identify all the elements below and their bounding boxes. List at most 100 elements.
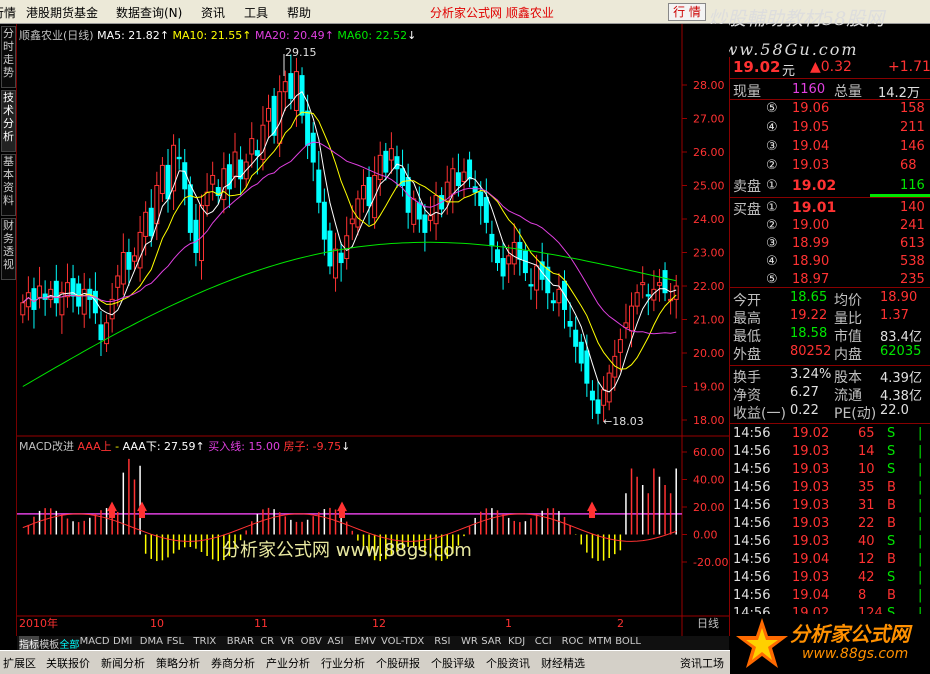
candle-body [656,282,662,286]
stat-row: 最低 18.58 市值 83.4亿 [733,326,922,345]
tick-row: 14:56 19.03 42 S | [733,570,923,585]
indicator-tab[interactable]: SAR [481,636,501,647]
quote-button[interactable]: 行 情 [668,3,706,21]
candle-body [455,172,461,187]
indicator-tab[interactable]: VR [280,636,294,647]
bid-row: ④ 18.90 538 [766,254,925,269]
house-label: 房子: -9.75 [283,440,342,453]
menu-item-news[interactable]: 资讯 [201,4,225,21]
menu-item-quote[interactable]: 行情 [0,4,16,21]
candle-body [210,174,216,185]
menu-item-help[interactable]: 帮助 [287,4,311,21]
indicator-tab[interactable]: EMV [354,636,376,647]
candle-body [338,252,344,264]
price-tick-label: 25.00 [693,180,725,193]
stat-row: 最高 19.22 量比 1.37 [733,308,909,327]
candle-body [606,372,612,403]
status-tab[interactable]: 券商分析 [211,655,255,671]
candle-body [187,184,193,233]
price-tick-label: 22.00 [693,280,725,293]
date-tick-label: 2010年 [19,616,58,630]
status-tab[interactable]: 个股评级 [431,655,475,671]
indicator-tab[interactable]: DMA [140,636,163,647]
indicator-tab[interactable]: KDJ [508,636,525,647]
indicator-tab[interactable]: TRIX [193,636,216,647]
candle-body [349,218,355,225]
candle-body [500,258,506,277]
candle-body [254,150,260,156]
menu-item-tools[interactable]: 工具 [244,4,268,21]
candle-body [199,205,205,262]
menu-item-data-query[interactable]: 数据查询(N) [116,4,182,21]
status-tab[interactable]: 财经精选 [541,655,585,671]
candle-body [176,156,182,160]
logo-text: 分析家公式网 [790,622,910,646]
candle-body [120,252,126,285]
volume-label: 现量 [733,84,761,100]
candle-body [232,151,238,178]
low-annotation: ←18.03 [603,415,644,428]
aaa-up-label: AAA上 [77,440,112,453]
macd-legend: MACD改进 AAA上 - AAA下: 27.59↑ 买入线: 15.00 房子… [19,440,351,453]
indicator-tab[interactable]: 指标 [19,636,39,651]
stat-row: 净资 6.27 流通 4.38亿 [733,385,922,404]
indicator-tab[interactable]: VOL-TDX [381,636,424,647]
status-tab[interactable]: 策略分析 [156,655,200,671]
status-tab[interactable]: 扩展区 [3,655,36,671]
tab-technical[interactable]: 技术分析 [1,90,16,152]
status-tab[interactable]: 产业分析 [266,655,310,671]
indicator-tab[interactable]: WR [461,636,478,647]
candle-body [534,265,540,291]
candle-body [171,144,177,192]
indicator-tab[interactable]: MACD [80,636,110,647]
status-tab[interactable]: 资讯工场 [680,655,724,671]
candle-body [316,169,322,203]
ma5-label: MA5: 21.82 [97,29,160,42]
menu-item-hk-futures[interactable]: 港股期货基金 [26,4,98,21]
candle-body [506,255,512,265]
indicator-tab[interactable]: 模板 [39,636,59,651]
candle-body [517,241,523,260]
tab-financials[interactable]: 财务透视 [1,218,16,280]
indicator-tab[interactable]: RSI [434,636,450,647]
kline-chart[interactable]: 29.15 ←18.03 28.00 27.00 26.00 25.00 24.00 23.… [17,24,729,636]
indicator-tab[interactable]: OBV [301,636,322,647]
price-tick-label: 18.00 [693,414,725,427]
status-tab[interactable]: 新闻分析 [101,655,145,671]
indicator-tab[interactable]: ROC [562,636,584,647]
tick-row: 14:56 19.04 12 B | [733,552,923,567]
indicator-tab[interactable]: BOLL [615,636,641,647]
indicator-tab[interactable]: MTM [588,636,611,647]
tick-row: 14:56 19.03 35 B | [733,480,923,495]
candle-body [321,201,327,240]
logo-icon [736,618,788,668]
indicator-tab[interactable]: 全部 [59,636,79,651]
tick-row: 14:56 19.02 65 S | [733,426,923,441]
indicator-tab[interactable]: BRAR [227,636,254,647]
center-watermark: 分析家公式网 www.88gs.com [222,540,472,561]
candle-body [115,275,121,288]
candle-body [305,110,311,146]
tick-row: 14:56 19.04 8 B | [733,588,923,603]
bid-row: ① 19.01 140 [766,200,925,216]
candle-body [595,399,601,414]
tab-fundamentals[interactable]: 基本资料 [1,154,16,216]
aaa-down-label: AAA下: 27.59 [122,440,196,453]
indicator-tab[interactable]: ASI [327,636,343,647]
candle-body [288,73,294,99]
candle-body [53,280,59,304]
status-tab[interactable]: 关联报价 [46,655,90,671]
change-percent: +1.71 [888,59,930,75]
indicator-tab[interactable]: FSL [167,636,185,647]
candle-body [617,339,623,353]
indicator-tab[interactable]: CR [260,636,274,647]
candle-body [238,159,244,180]
indicator-tab[interactable]: DMI [113,636,132,647]
status-tab[interactable]: 行业分析 [321,655,365,671]
tab-intraday[interactable]: 分时走势 [1,26,16,88]
indicator-tab[interactable]: CCI [535,636,552,647]
status-tab[interactable]: 个股研报 [376,655,420,671]
buy-line-label: 买入线: 15.00 [208,440,280,453]
status-tab[interactable]: 个股资讯 [486,655,530,671]
tick-row: 14:56 19.03 40 S | [733,534,923,549]
